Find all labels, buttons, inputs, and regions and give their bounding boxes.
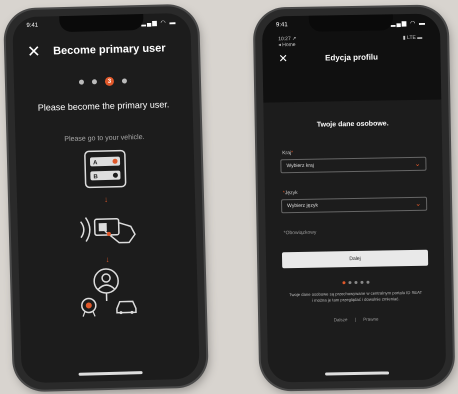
chevron-down-icon: ⌄ (414, 160, 421, 168)
link-separator: | (354, 316, 356, 323)
step-dot (121, 78, 128, 84)
page-dot (359, 280, 363, 284)
step-dot (91, 79, 98, 85)
arrow-down-icon: ↓ (103, 194, 109, 205)
required-mark: * (291, 150, 294, 157)
inner-indicators: ▮ LTE ▬ (402, 34, 423, 42)
notch (59, 13, 144, 33)
page-dots (266, 279, 444, 285)
required-note: *Obowiązkowy (283, 229, 317, 237)
page-dot (365, 280, 369, 284)
page-dot-active (341, 281, 346, 285)
country-select-value: Wybierz kraj (286, 162, 314, 170)
tap-card-icon (80, 217, 136, 244)
country-label-text: Kraj (282, 150, 292, 157)
page-title: Become primary user (52, 42, 166, 58)
step-dot-active: 3 (104, 76, 115, 86)
page-dot (353, 280, 358, 285)
instruction-heading: Please become the primary user. (37, 99, 170, 113)
language-select-value: Wybierz język (287, 202, 318, 210)
card-label-a: A (93, 160, 98, 166)
phone-right: 9:41 ▂▄▆ ◠ ▬ 10:27 ↗ ◂ Home ▮ LTE ▬ ✕ Ed… (254, 6, 454, 390)
close-icon[interactable]: ✕ (27, 43, 41, 63)
status-icons: ▂▄▆ ◠ ▬ (390, 20, 427, 27)
header: ✕ Become primary user (13, 37, 192, 68)
instruction-subheading: Please go to your vehicle. (64, 133, 145, 144)
phone-left-screen: 9:41 ▂▄▆ ◠ ▬ ✕ Become primary user 3 Ple… (12, 12, 200, 384)
status-icons: ▂▄▆ ◠ ▬ (141, 19, 177, 27)
inner-status: 10:27 ↗ ◂ Home (278, 36, 296, 48)
chevron-down-icon: ⌄ (415, 200, 422, 208)
page-dot (347, 281, 352, 285)
phone-left: 9:41 ▂▄▆ ◠ ▬ ✕ Become primary user 3 Ple… (5, 5, 207, 391)
step-indicator: 3 (14, 75, 192, 89)
country-label: Kraj* (282, 150, 293, 156)
language-label: *Język (283, 190, 298, 196)
back-to-home-link[interactable]: ◂ Home (278, 42, 296, 48)
footer-links: Dalsze | Prawne (267, 315, 445, 323)
phone-right-screen: 9:41 ▂▄▆ ◠ ▬ 10:27 ↗ ◂ Home ▮ LTE ▬ ✕ Ed… (261, 13, 447, 383)
primary-user-icon (81, 268, 137, 317)
arrow-down-icon: ↓ (105, 254, 110, 265)
step-dot (78, 79, 85, 85)
key-card-icon: A B (84, 149, 127, 189)
home-indicator[interactable] (78, 371, 143, 376)
language-select[interactable]: Wybierz język ⌄ (281, 196, 428, 214)
link-right[interactable]: Prawne (363, 317, 378, 322)
info-text: Twoje dane osobowe są przechowywane w ce… (289, 289, 423, 303)
status-time: 9:41 (275, 22, 288, 29)
notch (308, 14, 394, 32)
next-button[interactable]: Dalej (281, 249, 429, 269)
home-indicator[interactable] (325, 371, 390, 376)
language-label-text: Język (284, 189, 298, 197)
country-select[interactable]: Wybierz kraj ⌄ (280, 156, 427, 174)
card-label-b: B (93, 174, 98, 180)
section-heading: Twoje dane osobowe. (316, 120, 389, 129)
link-left[interactable]: Dalsze (334, 317, 348, 322)
status-time: 9:41 (26, 22, 39, 30)
